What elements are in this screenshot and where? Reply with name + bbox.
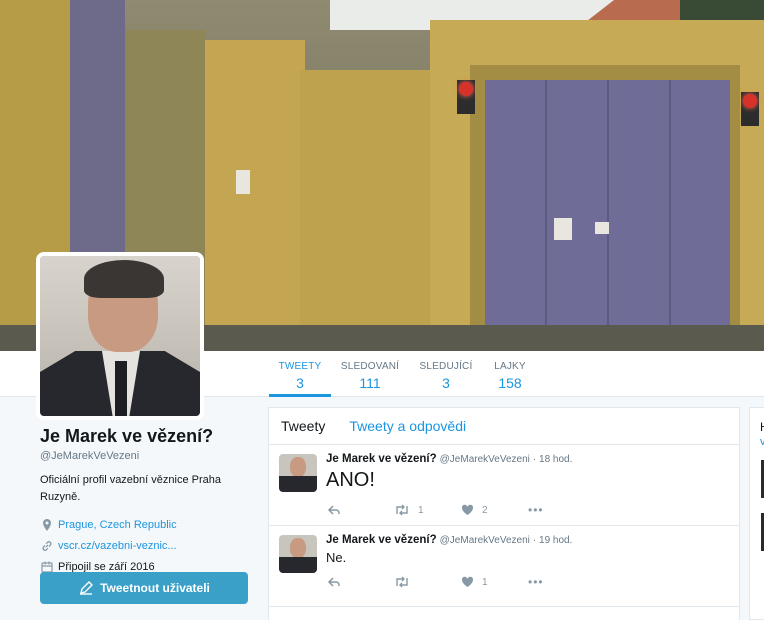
like-button[interactable]: 2 xyxy=(461,504,528,516)
tab-tweets[interactable]: Tweety xyxy=(269,418,337,434)
nav-likes[interactable]: LAJKY 158 xyxy=(486,351,534,397)
like-count: 1 xyxy=(482,576,488,588)
nav-likes-label: LAJKY xyxy=(494,361,526,372)
tweet-author-name[interactable]: Je Marek ve vězení? xyxy=(326,534,437,546)
nav-tweets[interactable]: TWEETY 3 xyxy=(269,351,331,397)
link-icon xyxy=(42,541,52,551)
retweet-button[interactable]: 1 xyxy=(394,504,461,516)
retweet-button[interactable] xyxy=(394,576,461,588)
reply-button[interactable] xyxy=(327,576,394,588)
nav-following[interactable]: SLEDOVANÍ 111 xyxy=(339,351,401,397)
tweet-author-name[interactable]: Je Marek ve vězení? xyxy=(326,453,437,465)
tweet-author-handle[interactable]: @JeMarekVeVezeni xyxy=(440,454,530,465)
website-link[interactable]: vscr.cz/vazebni-veznic... xyxy=(58,540,177,552)
like-count: 2 xyxy=(482,504,488,516)
tweet-item[interactable]: Je Marek ve vězení? @JeMarekVeVezeni · 1… xyxy=(269,445,739,526)
reply-icon xyxy=(327,505,340,515)
tweet-avatar[interactable] xyxy=(279,535,317,573)
more-button[interactable]: ••• xyxy=(528,503,595,517)
nav-likes-count: 158 xyxy=(498,375,522,391)
tweet-item[interactable]: Je Marek ve vězení? @JeMarekVeVezeni · 1… xyxy=(269,526,739,607)
tweet-author-handle[interactable]: @JeMarekVeVezeni xyxy=(440,535,530,546)
retweet-icon xyxy=(396,504,408,516)
right-card-heading: H xyxy=(760,420,764,434)
more-icon: ••• xyxy=(528,503,544,517)
reply-icon xyxy=(327,577,340,587)
nav-followers[interactable]: SLEDUJÍCÍ 3 xyxy=(415,351,477,397)
tweet-text: Ne. xyxy=(326,550,347,565)
heart-icon xyxy=(461,576,474,587)
like-button[interactable]: 1 xyxy=(461,576,528,588)
tweet-time[interactable]: · 18 hod. xyxy=(533,454,572,465)
profile-website: vscr.cz/vazebni-veznic... xyxy=(40,539,260,553)
nav-followers-label: SLEDUJÍCÍ xyxy=(419,361,473,372)
nav-tweets-count: 3 xyxy=(296,375,304,391)
profile-location: Prague, Czech Republic xyxy=(40,518,260,532)
timeline-tabs: Tweety Tweety a odpovědi xyxy=(269,408,739,445)
nav-followers-count: 3 xyxy=(442,375,450,391)
retweet-count: 1 xyxy=(418,504,424,516)
nav-following-count: 111 xyxy=(359,375,381,391)
tweet-header: Je Marek ve vězení? @JeMarekVeVezeni · 1… xyxy=(326,453,572,465)
profile-bio: Oficiální profil vazební věznice Praha R… xyxy=(40,474,221,503)
timeline: Tweety Tweety a odpovědi Je Marek ve věz… xyxy=(268,407,740,620)
reply-button[interactable] xyxy=(327,504,394,516)
tab-tweets-replies[interactable]: Tweety a odpovědi xyxy=(337,418,478,434)
tweet-actions: 1 2 ••• xyxy=(327,503,595,517)
tweet-text: ANO! xyxy=(326,469,375,491)
more-icon: ••• xyxy=(528,575,544,589)
tweet-header: Je Marek ve vězení? @JeMarekVeVezeni · 1… xyxy=(326,534,572,546)
compose-icon xyxy=(80,581,94,595)
profile-name[interactable]: Je Marek ve vězení? xyxy=(40,426,260,447)
profile-card: Je Marek ve vězení? @JeMarekVeVezeni Ofi… xyxy=(40,426,260,574)
heart-icon xyxy=(461,504,474,515)
tweet-avatar[interactable] xyxy=(279,454,317,492)
tweet-to-user-label: Tweetnout uživateli xyxy=(100,581,210,595)
location-link[interactable]: Prague, Czech Republic xyxy=(58,519,177,531)
location-pin-icon xyxy=(43,519,51,531)
nav-tweets-label: TWEETY xyxy=(278,361,322,372)
profile-handle[interactable]: @JeMarekVeVezeni xyxy=(40,450,260,462)
nav-following-label: SLEDOVANÍ xyxy=(340,361,400,372)
profile-avatar[interactable] xyxy=(36,252,204,420)
right-card-link[interactable]: v xyxy=(760,436,764,448)
tweet-time[interactable]: · 19 hod. xyxy=(533,535,572,546)
more-button[interactable]: ••• xyxy=(528,575,595,589)
right-sidebar-card: H v xyxy=(749,407,764,620)
tweet-actions: 1 ••• xyxy=(327,575,595,589)
tweet-to-user-button[interactable]: Tweetnout uživateli xyxy=(40,572,248,604)
retweet-icon xyxy=(396,576,408,588)
